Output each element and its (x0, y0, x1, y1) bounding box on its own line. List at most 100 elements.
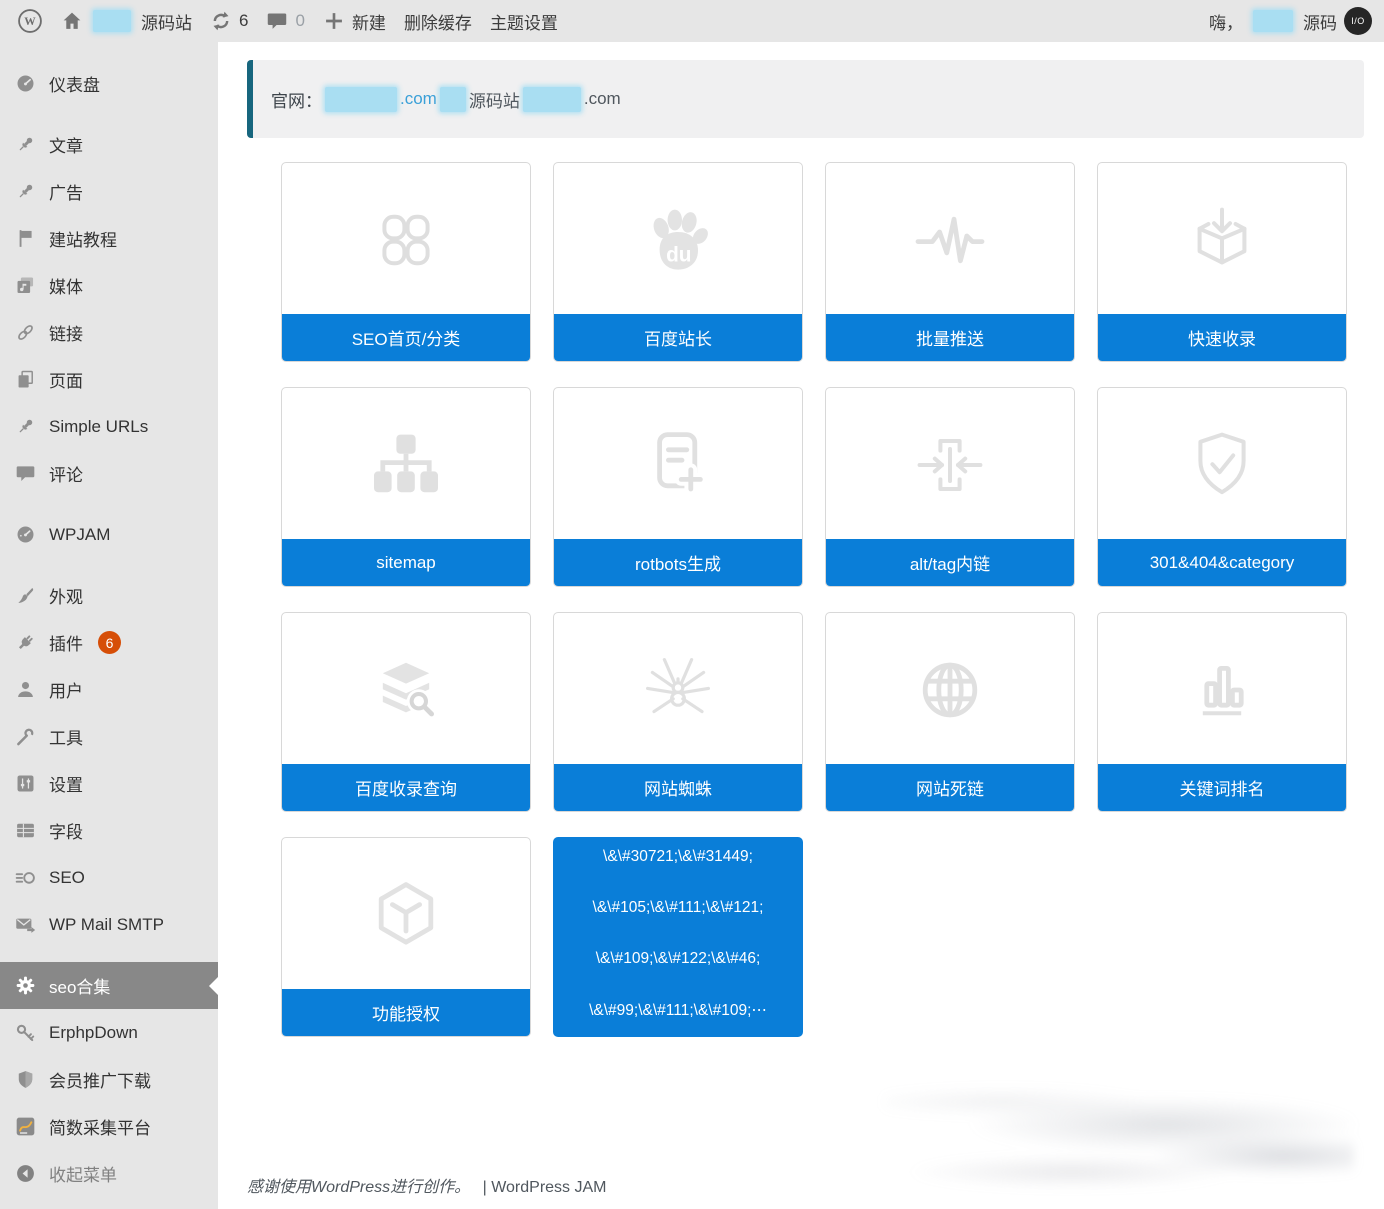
tool-card-label: SEO首页/分类 (282, 314, 530, 361)
shield-check-icon (1098, 388, 1346, 541)
escaped-entity-line: \&\#109;\&\#122;\&\#46; (595, 950, 761, 967)
svg-text:W: W (24, 16, 36, 28)
gauge-icon (15, 524, 36, 545)
sidebar-item-dashboard[interactable]: 仪表盘 (0, 60, 218, 107)
brush-icon (15, 585, 36, 606)
censored-user-prefix (1253, 10, 1293, 32)
footer-thanks-link[interactable]: 感谢使用WordPress进行创作。 (247, 1179, 470, 1196)
comments-button[interactable]: 0 (257, 0, 313, 42)
home-icon (61, 10, 83, 32)
greeting-text: 嗨， (1209, 13, 1243, 33)
sidebar-item-tools[interactable]: 工具 (0, 713, 218, 760)
tool-card-redirect-404-category[interactable]: 301&404&category (1097, 387, 1347, 587)
sidebar-item-seo-collection[interactable]: seo合集 (0, 962, 218, 1009)
footer-credit-link[interactable]: WordPress JAM (491, 1179, 606, 1196)
sidebar-item-label: seo合集 (49, 978, 111, 997)
tool-card-label: 百度站长 (554, 314, 802, 361)
admin-bar: W 源码站 6 0 新建 删除缓存 主题设置 嗨， 源码 I/O (0, 0, 1384, 42)
tool-card-keyword-ranking[interactable]: 关键词排名 (1097, 612, 1347, 812)
collect-icon (15, 1116, 36, 1137)
sidebar-item-label: SEO (49, 867, 85, 887)
tool-card-escaped-entities[interactable]: \&\#30721;\&\#31449; \&\#105;\&\#111;\&\#… (553, 837, 803, 1037)
avatar[interactable]: I/O (1344, 7, 1372, 35)
sidebar-item-label: 会员推广下载 (49, 1072, 151, 1091)
tool-card-robots-generate[interactable]: rotbots生成 (553, 387, 803, 587)
tool-card-baidu-webmaster[interactable]: du 百度站长 (553, 162, 803, 362)
sidebar-item-media[interactable]: 媒体 (0, 262, 218, 309)
sidebar-item-pages[interactable]: 页面 (0, 356, 218, 403)
tool-card-label: 网站蜘蛛 (554, 764, 802, 811)
site-home-link[interactable]: 源码站 (52, 0, 201, 42)
sidebar-item-label: 评论 (49, 466, 83, 485)
sidebar-item-label: 插件 (49, 635, 83, 654)
footer: 感谢使用WordPress进行创作。 | WordPress JAM (247, 1173, 606, 1197)
sidebar-item-wp-mail-smtp[interactable]: WP Mail SMTP (0, 901, 218, 948)
censored-domain-2 (439, 86, 466, 112)
sidebar-item-appearance[interactable]: 外观 (0, 572, 218, 619)
baidu-paw-icon: du (554, 163, 802, 316)
tool-card-label: 百度收录查询 (282, 764, 530, 811)
sidebar-item-wpjam[interactable]: WPJAM (0, 511, 218, 558)
pages-icon (15, 369, 36, 390)
tool-card-fast-indexing[interactable]: 快速收录 (1097, 162, 1347, 362)
tool-card-baidu-index-query[interactable]: 百度收录查询 (281, 612, 531, 812)
sidebar-item-users[interactable]: 用户 (0, 666, 218, 713)
wordpress-logo-icon: W (17, 8, 43, 34)
layers-search-icon (282, 613, 530, 766)
theme-settings-button[interactable]: 主题设置 (481, 0, 567, 42)
sidebar-item-links[interactable]: 链接 (0, 309, 218, 356)
tool-card-sitemap[interactable]: sitemap (281, 387, 531, 587)
wordpress-menu-button[interactable]: W (8, 0, 52, 42)
comment-bubble-icon (266, 10, 288, 32)
user-icon (15, 679, 36, 700)
seo-icon (15, 867, 36, 888)
sidebar-item-label: 仪表盘 (49, 76, 100, 95)
file-plus-icon (554, 388, 802, 541)
sidebar-item-jianshu-collect[interactable]: 简数采集平台 (0, 1103, 218, 1150)
wrench-icon (15, 726, 36, 747)
updates-button[interactable]: 6 (201, 0, 257, 42)
settings-icon (15, 773, 36, 794)
new-content-button[interactable]: 新建 (314, 0, 395, 42)
plugin-update-badge: 6 (98, 631, 121, 654)
tool-card-dead-links[interactable]: 网站死链 (825, 612, 1075, 812)
tool-card-label: rotbots生成 (554, 539, 802, 586)
tool-card-alt-tag-innerlink[interactable]: alt/tag内链 (825, 387, 1075, 587)
sidebar-item-plugins[interactable]: 插件 6 (0, 619, 218, 666)
watermark-smudge (884, 1064, 1354, 1199)
sidebar-item-collapse-menu[interactable]: 收起菜单 (0, 1150, 218, 1197)
sidebar-item-comments[interactable]: 评论 (0, 450, 218, 497)
pin-icon (15, 416, 36, 437)
sidebar-item-ads[interactable]: 广告 (0, 168, 218, 215)
sidebar-item-label: 外观 (49, 588, 83, 607)
table-icon (15, 820, 36, 841)
sidebar-item-fields[interactable]: 字段 (0, 807, 218, 854)
sidebar-item-label: 工具 (49, 729, 83, 748)
sidebar-item-label: WPJAM (49, 524, 111, 544)
official-site-link[interactable]: .com (400, 89, 437, 109)
sidebar-item-seo[interactable]: SEO (0, 854, 218, 901)
svg-text:du: du (666, 243, 691, 266)
sidebar-item-site-tutorials[interactable]: 建站教程 (0, 215, 218, 262)
sidebar-item-posts[interactable]: 文章 (0, 121, 218, 168)
media-icon (15, 275, 36, 296)
clear-cache-button[interactable]: 删除缓存 (395, 0, 481, 42)
theme-settings-label: 主题设置 (489, 13, 558, 33)
sidebar-item-settings[interactable]: 设置 (0, 760, 218, 807)
globe-icon (826, 613, 1074, 766)
tool-card-site-spider[interactable]: 网站蜘蛛 (553, 612, 803, 812)
notice-label: 官网： (271, 91, 322, 111)
plugin-icon (15, 632, 36, 653)
admin-bar-account[interactable]: 嗨， 源码 I/O (1209, 7, 1372, 35)
box-receive-icon (1098, 163, 1346, 316)
flag-icon (15, 228, 36, 249)
sidebar-item-simple-urls[interactable]: Simple URLs (0, 403, 218, 450)
tool-card-feature-license[interactable]: 功能授权 (281, 837, 531, 1037)
pulse-icon (826, 163, 1074, 316)
tool-card-batch-push[interactable]: 批量推送 (825, 162, 1075, 362)
sidebar-item-erphpdown[interactable]: ErphpDown (0, 1009, 218, 1056)
new-label: 新建 (351, 13, 386, 33)
sidebar-item-member-promo-download[interactable]: 会员推广下载 (0, 1056, 218, 1103)
sidebar-item-label: WP Mail SMTP (49, 914, 164, 934)
tool-card-seo-home-category[interactable]: SEO首页/分类 (281, 162, 531, 362)
